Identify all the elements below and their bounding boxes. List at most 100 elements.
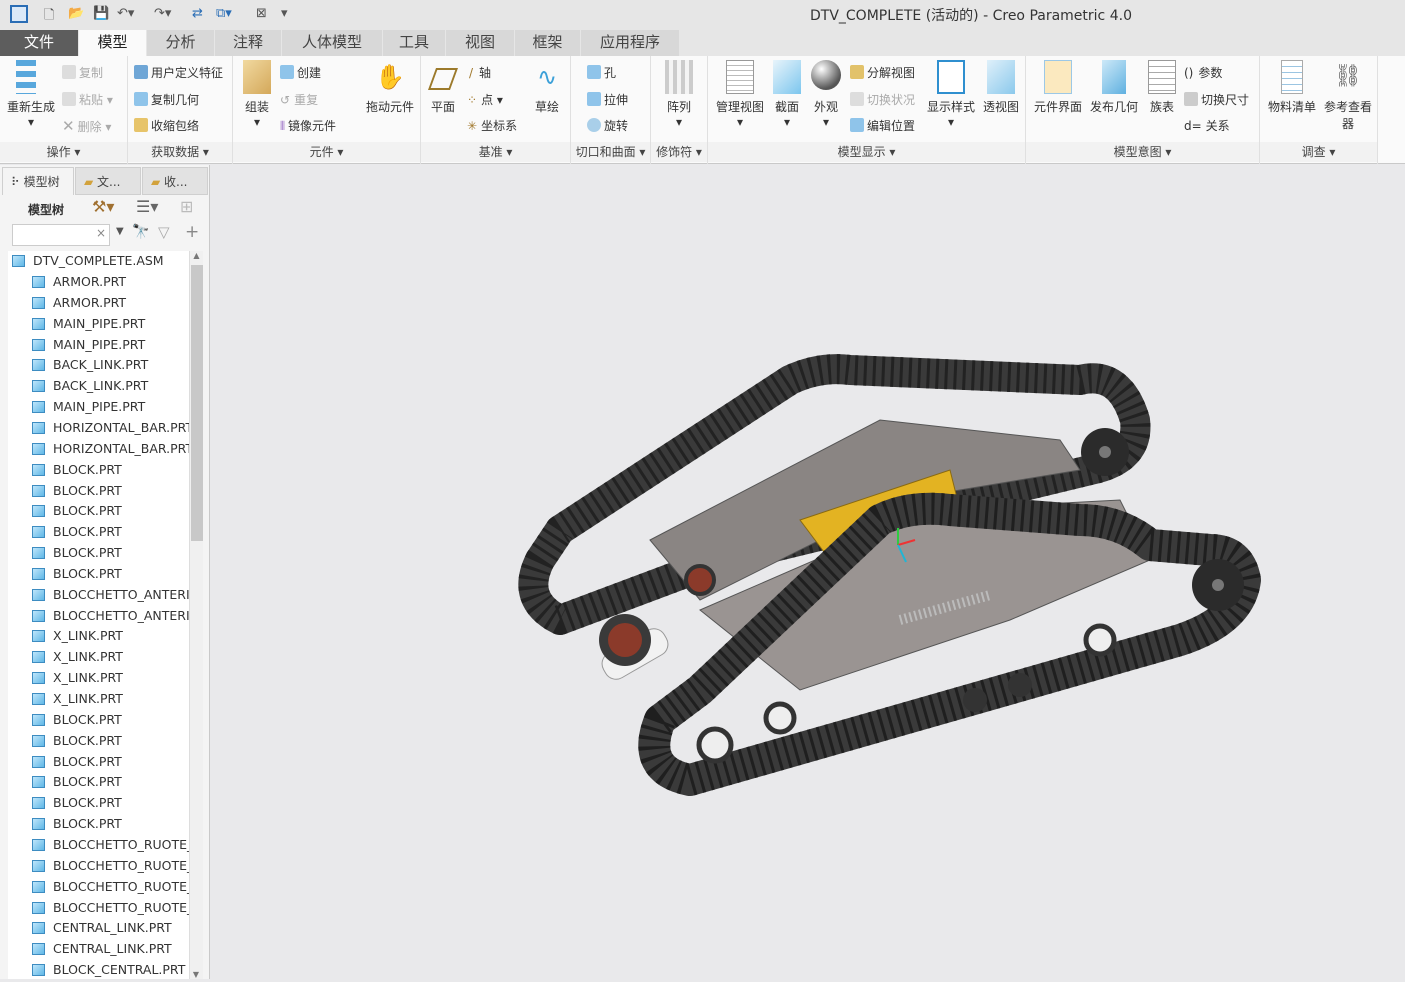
family-table-button[interactable]: 族表 bbox=[1144, 60, 1180, 115]
udf-button[interactable]: 用户定义特征 bbox=[134, 64, 223, 81]
group-label[interactable]: 获取数据 ▾ bbox=[128, 142, 232, 162]
publish-geometry-button[interactable]: 发布几何 bbox=[1086, 60, 1142, 115]
customize-icon[interactable]: ▾ bbox=[281, 6, 288, 22]
windows-icon[interactable]: ⧉▾ bbox=[216, 6, 232, 22]
group-label[interactable]: 模型显示 ▾ bbox=[708, 142, 1025, 162]
manage-views-button[interactable]: 管理视图 ▾ bbox=[712, 60, 768, 129]
tree-item[interactable]: X_LINK.PRT bbox=[32, 668, 123, 688]
tab-annotate[interactable]: 注释 bbox=[215, 30, 282, 56]
search-options-dropdown[interactable]: ▼ bbox=[116, 226, 124, 237]
tree-item[interactable]: ARMOR.PRT bbox=[32, 272, 126, 292]
tab-favorites[interactable]: ▰ 收... bbox=[142, 167, 208, 195]
tree-item[interactable]: BLOCK.PRT bbox=[32, 543, 122, 563]
settings-tools-icon[interactable]: ⚒▾ bbox=[92, 197, 114, 216]
assemble-button[interactable]: 组装 ▾ bbox=[237, 60, 277, 129]
tab-applications[interactable]: 应用程序 bbox=[581, 30, 680, 56]
copy-button[interactable]: 复制 bbox=[62, 64, 103, 81]
filter-icon[interactable]: ▽ bbox=[158, 223, 170, 241]
tab-analysis[interactable]: 分析 bbox=[147, 30, 215, 56]
tree-item[interactable]: BLOCK.PRT bbox=[32, 793, 122, 813]
tab-manikin[interactable]: 人体模型 bbox=[282, 30, 383, 56]
hole-button[interactable]: 孔 bbox=[587, 64, 616, 81]
extrude-button[interactable]: 拉伸 bbox=[587, 91, 628, 108]
tree-item[interactable]: X_LINK.PRT bbox=[32, 626, 123, 646]
tree-item[interactable]: MAIN_PIPE.PRT bbox=[32, 397, 145, 417]
paste-button[interactable]: 粘贴 ▾ bbox=[62, 91, 113, 108]
tree-item[interactable]: MAIN_PIPE.PRT bbox=[32, 314, 145, 334]
explode-view-button[interactable]: 分解视图 bbox=[850, 64, 915, 81]
scrollbar-thumb[interactable] bbox=[191, 265, 203, 541]
tree-item[interactable]: HORIZONTAL_BAR.PRT bbox=[32, 439, 189, 459]
tree-item[interactable]: CENTRAL_LINK.PRT bbox=[32, 918, 172, 938]
csys-button[interactable]: ✳ 坐标系 bbox=[467, 117, 517, 134]
app-icon[interactable] bbox=[10, 5, 28, 23]
revolve-button[interactable]: 旋转 bbox=[587, 117, 628, 134]
tree-item[interactable]: BACK_LINK.PRT bbox=[32, 355, 148, 375]
tab-folder-browser[interactable]: ▰ 文... bbox=[75, 167, 141, 195]
bom-button[interactable]: 物料清单 bbox=[1264, 60, 1320, 115]
tab-model[interactable]: 模型 bbox=[79, 30, 147, 56]
close-window-icon[interactable]: ⊠ bbox=[256, 6, 267, 22]
tree-item[interactable]: X_LINK.PRT bbox=[32, 689, 123, 709]
open-icon[interactable]: 📂 bbox=[68, 6, 84, 22]
assembly-model-3d[interactable] bbox=[211, 165, 1405, 979]
group-label[interactable]: 模型意图 ▾ bbox=[1026, 142, 1259, 162]
regenerate-button[interactable]: 重新生成 ▾ bbox=[4, 60, 58, 129]
switch-dimensions-button[interactable]: 切换尺寸 bbox=[1184, 91, 1249, 108]
regenerate-icon[interactable]: ⇄ bbox=[192, 6, 203, 22]
tree-item[interactable]: X_LINK.PRT bbox=[32, 647, 123, 667]
mirror-component-button[interactable]: ⫴ 镜像元件 bbox=[280, 117, 336, 134]
group-label[interactable]: 元件 ▾ bbox=[233, 142, 420, 162]
edit-position-button[interactable]: 编辑位置 bbox=[850, 117, 915, 134]
display-style-button[interactable]: 显示样式 ▾ bbox=[926, 60, 976, 129]
appearance-button[interactable]: 外观 ▾ bbox=[809, 60, 843, 129]
new-icon[interactable]: 🗋 bbox=[44, 6, 54, 23]
tree-item[interactable]: BLOCK.PRT bbox=[32, 772, 122, 792]
group-label[interactable]: 操作 ▾ bbox=[0, 142, 127, 162]
tree-item[interactable]: BLOCK.PRT bbox=[32, 522, 122, 542]
tree-root[interactable]: DTV_COMPLETE.ASM bbox=[12, 251, 164, 271]
group-label[interactable]: 修饰符 ▾ bbox=[651, 142, 707, 162]
redo-icon[interactable]: ↷▾ bbox=[154, 6, 171, 22]
tab-file[interactable]: 文件 bbox=[0, 30, 79, 56]
tree-item[interactable]: MAIN_PIPE.PRT bbox=[32, 335, 145, 355]
tree-scrollbar[interactable]: ▲ ▼ bbox=[189, 251, 203, 979]
section-button[interactable]: 截面 ▾ bbox=[770, 60, 804, 129]
group-label[interactable]: 切口和曲面 ▾ bbox=[571, 142, 650, 162]
tree-item[interactable]: BLOCK_CENTRAL.PRT bbox=[32, 960, 185, 979]
find-icon[interactable]: 🔭 bbox=[132, 224, 149, 240]
tree-item[interactable]: BACK_LINK.PRT bbox=[32, 376, 148, 396]
tab-view[interactable]: 视图 bbox=[446, 30, 515, 56]
point-button[interactable]: ⁘ 点 ▾ bbox=[467, 91, 503, 108]
repeat-button[interactable]: ↺ 重复 bbox=[280, 91, 318, 108]
tree-item[interactable]: BLOCK.PRT bbox=[32, 731, 122, 751]
tree-item[interactable]: BLOCCHETTO_RUOTE_T bbox=[32, 898, 189, 918]
tree-item[interactable]: BLOCCHETTO_ANTERIO bbox=[32, 585, 189, 605]
axis-button[interactable]: / 轴 bbox=[469, 64, 491, 81]
undo-icon[interactable]: ↶▾ bbox=[117, 6, 134, 22]
sketch-button[interactable]: ∿ 草绘 bbox=[529, 60, 565, 115]
tree-item[interactable]: BLOCCHETTO_RUOTE_T bbox=[32, 856, 189, 876]
shrinkwrap-button[interactable]: 收缩包络 bbox=[134, 117, 199, 134]
relations-button[interactable]: d= 关系 bbox=[1184, 117, 1230, 134]
tree-item[interactable]: HORIZONTAL_BAR.PRT bbox=[32, 418, 189, 438]
group-label[interactable]: 基准 ▾ bbox=[421, 142, 570, 162]
tab-framework[interactable]: 框架 bbox=[515, 30, 581, 56]
drag-components-button[interactable]: ✋ 拖动元件 bbox=[361, 60, 419, 115]
tree-item[interactable]: BLOCK.PRT bbox=[32, 460, 122, 480]
tree-item[interactable]: BLOCCHETTO_ANTERIO bbox=[32, 606, 189, 626]
create-button[interactable]: 创建 bbox=[280, 64, 321, 81]
tree-item[interactable]: CENTRAL_LINK.PRT bbox=[32, 939, 172, 959]
reference-viewer-button[interactable]: ⛓ 参考查看器 bbox=[1320, 60, 1376, 132]
clear-search-icon[interactable]: × bbox=[96, 226, 106, 240]
tree-item[interactable]: BLOCK.PRT bbox=[32, 481, 122, 501]
save-icon[interactable]: 💾 bbox=[93, 6, 109, 22]
tab-model-tree[interactable]: ⠗ 模型树 bbox=[2, 167, 74, 195]
parameters-button[interactable]: () 参数 bbox=[1184, 64, 1222, 81]
pattern-button[interactable]: 阵列 ▾ bbox=[661, 60, 697, 129]
tree-item[interactable]: BLOCK.PRT bbox=[32, 814, 122, 834]
toggle-status-button[interactable]: 切换状况 bbox=[850, 91, 915, 108]
add-icon[interactable]: + bbox=[185, 222, 199, 242]
copy-geometry-button[interactable]: 复制几何 bbox=[134, 91, 199, 108]
tree-item[interactable]: ARMOR.PRT bbox=[32, 293, 126, 313]
